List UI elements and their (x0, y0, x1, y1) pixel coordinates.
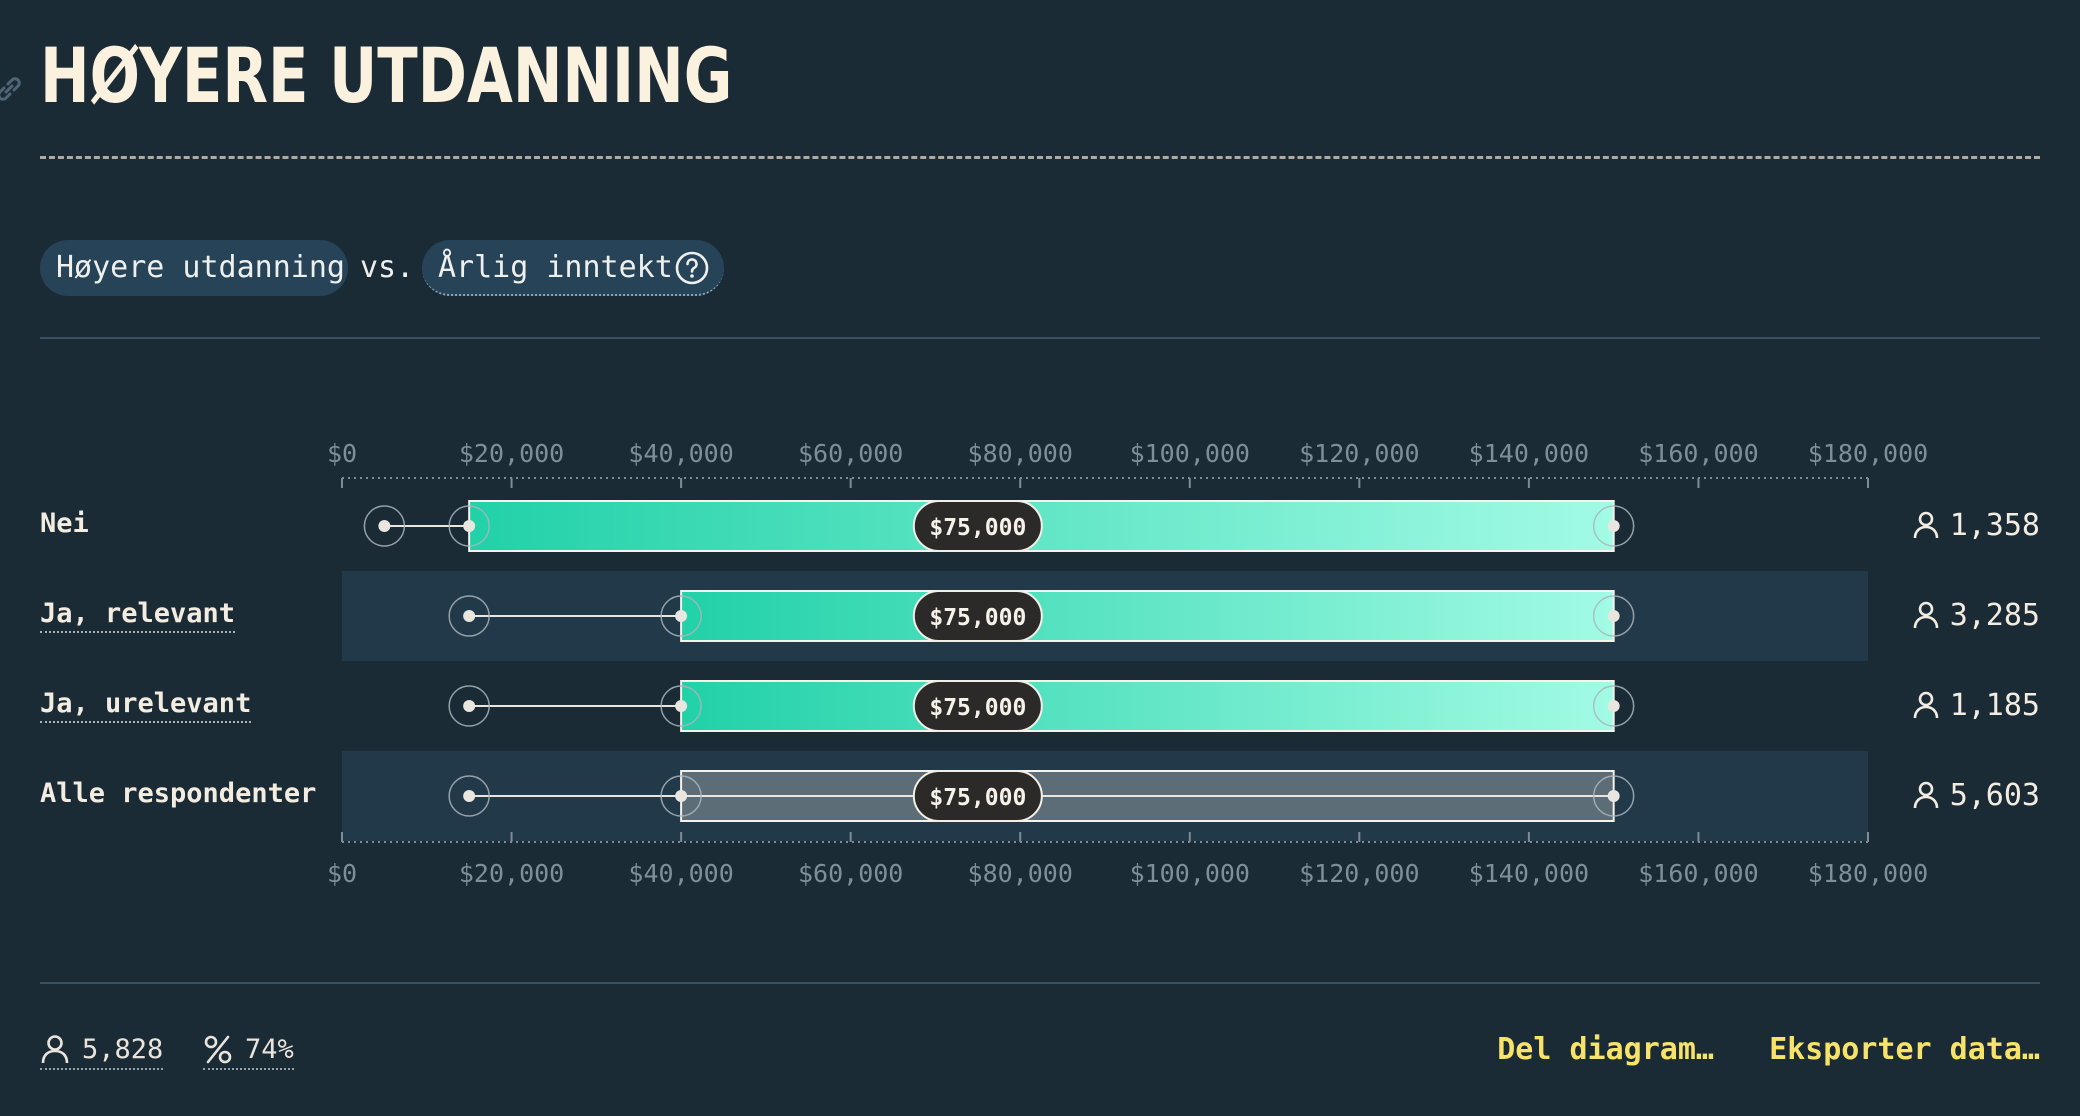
whisker-min-handle (378, 520, 391, 532)
x-tick-label: $80,000 (968, 859, 1073, 888)
x-tick-label: $60,000 (798, 439, 903, 468)
box-iqr (680, 590, 1615, 642)
x-tick-label: $120,000 (1299, 439, 1419, 468)
x-tick-label: $140,000 (1469, 859, 1589, 888)
median-label: $75,000 (929, 515, 1026, 541)
q1-handle (675, 700, 688, 712)
q1-handle (463, 520, 476, 532)
x-tick-label: $20,000 (459, 439, 564, 468)
row-count: 5,603 (1912, 779, 2040, 813)
x-tick-label: $0 (327, 859, 357, 888)
row-count-value: 3,285 (1949, 598, 2040, 633)
person-icon (41, 1035, 69, 1064)
row-count-value: 5,603 (1949, 778, 2040, 813)
whisker-max-handle (1607, 520, 1620, 532)
whisker-min-handle (463, 610, 476, 622)
x-tick-label: $180,000 (1808, 439, 1928, 468)
q1-handle (675, 610, 688, 622)
person-icon (1913, 601, 1938, 629)
x-tick-label: $180,000 (1808, 859, 1928, 888)
respondents-total[interactable]: 5,828 (40, 1032, 164, 1070)
box-plot-chart: $0 $20,000 $40,000 $60,000 $80,000 $100,000 $1… (327, 439, 1928, 888)
row-label-alle-respondenter: Alle respondenter (40, 778, 317, 809)
row-label-ja-relevant[interactable]: Ja, relevant (40, 597, 236, 633)
q1-handle (675, 790, 688, 802)
x-tick-label: $0 (327, 439, 357, 468)
whisker-max-handle (1607, 790, 1620, 802)
x-tick-label: $40,000 (628, 859, 733, 888)
x-tick-label: $160,000 (1638, 859, 1758, 888)
x-tick-label: $140,000 (1469, 439, 1589, 468)
row-label-ja-urelevant[interactable]: Ja, urelevant (40, 687, 252, 723)
respondents-value: 5,828 (82, 1034, 164, 1065)
row-label-nei: Nei (40, 508, 89, 539)
x-tick-label: $20,000 (459, 859, 564, 888)
row-count: 1,185 (1912, 689, 2040, 723)
person-icon (1913, 511, 1938, 539)
percent-total[interactable]: 74% (203, 1032, 294, 1070)
whisker-max-handle (1607, 700, 1620, 712)
whisker-max-handle (1607, 610, 1620, 622)
export-data-button[interactable]: Eksporter data… (1769, 1030, 2040, 1070)
person-icon (1913, 691, 1938, 719)
median-label: $75,000 (929, 785, 1026, 811)
x-tick-label: $80,000 (968, 439, 1073, 468)
percent-icon (204, 1035, 232, 1064)
person-icon (1913, 781, 1938, 809)
percent-value: 74% (245, 1034, 294, 1065)
box-iqr (680, 680, 1615, 732)
x-tick-label: $60,000 (798, 859, 903, 888)
x-tick-label: $40,000 (628, 439, 733, 468)
share-chart-button[interactable]: Del diagram… (1497, 1030, 1714, 1070)
x-tick-label: $120,000 (1299, 859, 1419, 888)
row-count-value: 1,185 (1949, 688, 2040, 723)
whisker-min-handle (463, 700, 476, 712)
median-label: $75,000 (929, 605, 1026, 631)
row-count-value: 1,358 (1949, 508, 2040, 543)
footer-divider (40, 982, 2040, 984)
row-count: 3,285 (1912, 599, 2040, 633)
x-tick-label: $100,000 (1130, 439, 1250, 468)
x-tick-label: $100,000 (1130, 859, 1250, 888)
row-count: 1,358 (1912, 509, 2040, 543)
median-label: $75,000 (929, 695, 1026, 721)
x-tick-label: $160,000 (1638, 439, 1758, 468)
whisker-min-handle (463, 790, 476, 802)
